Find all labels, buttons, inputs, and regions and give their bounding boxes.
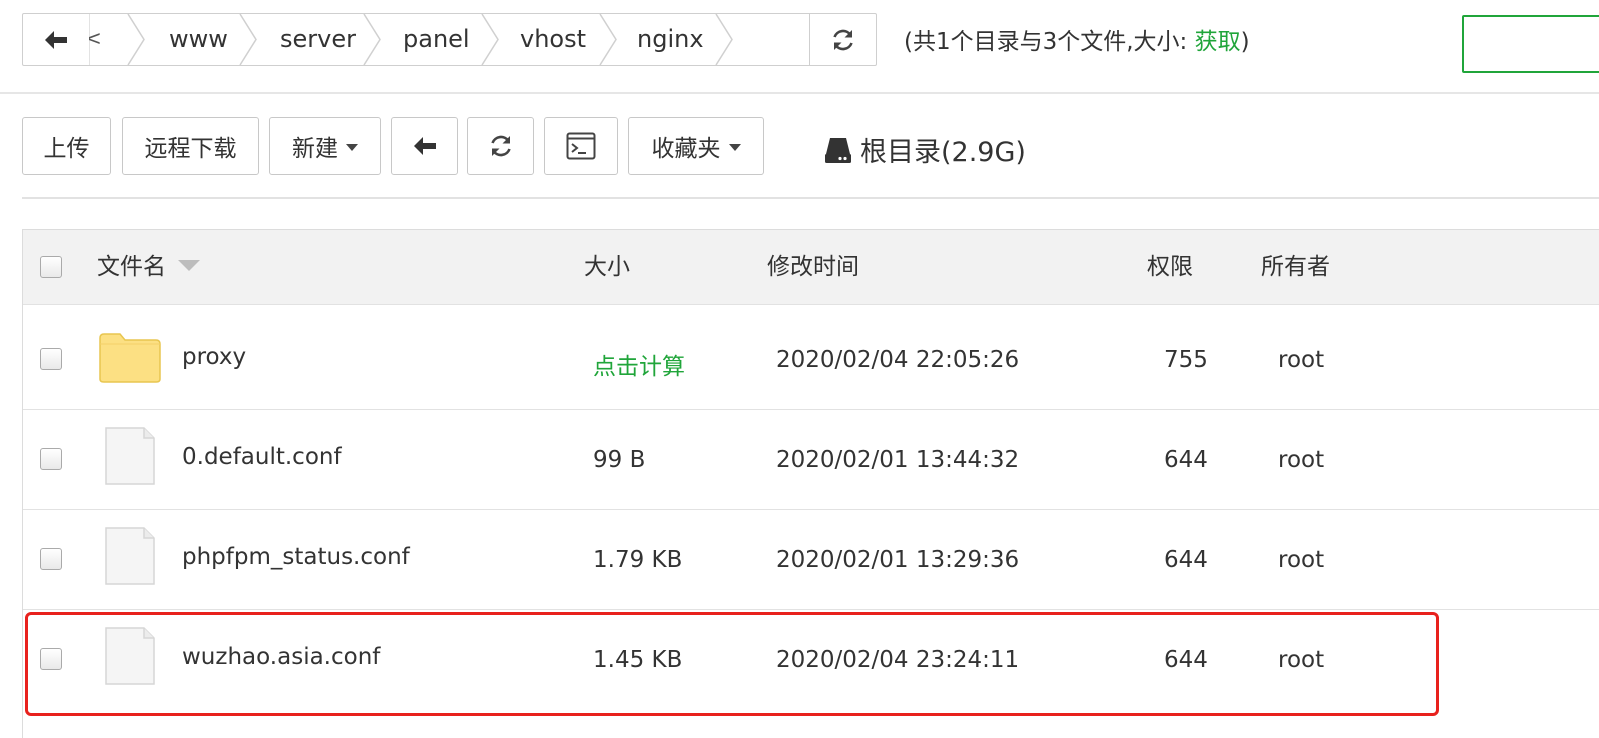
table-row[interactable]: proxy 点击计算 2020/02/04 22:05:26 755 root — [23, 310, 1599, 410]
table-row[interactable]: wuzhao.asia.conf 1.45 KB 2020/02/04 23:2… — [23, 610, 1599, 710]
breadcrumb-item-panel[interactable]: panel — [403, 14, 470, 65]
modified-time: 2020/02/04 22:05:26 — [776, 347, 1020, 373]
arrow-left-icon — [413, 137, 436, 155]
permission[interactable]: 644 — [1164, 447, 1208, 473]
select-all-checkbox[interactable] — [40, 256, 62, 278]
file-name[interactable]: 0.default.conf — [182, 444, 342, 470]
modified-time: 2020/02/04 23:24:11 — [776, 647, 1020, 673]
back-button[interactable] — [391, 117, 458, 175]
owner: root — [1278, 447, 1325, 473]
arrow-left-icon — [45, 30, 67, 49]
path-bar: < www server panel vhost nginx — [22, 13, 877, 66]
file-icon — [105, 427, 155, 485]
owner: root — [1278, 647, 1325, 673]
file-icon — [105, 527, 155, 585]
refresh-icon — [833, 29, 853, 50]
modified-time: 2020/02/01 13:44:32 — [776, 447, 1020, 473]
path-refresh-button[interactable] — [809, 14, 876, 65]
file-table: 文件名 大小 修改时间 权限 所有者 proxy 点击计算 2020/02/04… — [22, 229, 1599, 738]
breadcrumb-separator-icon — [239, 14, 257, 65]
breadcrumb-separator-icon — [599, 14, 617, 65]
caret-down-icon — [728, 143, 741, 151]
directory-summary: (共1个目录与3个文件,大小: 获取) — [904, 22, 1250, 56]
summary-prefix: (共1个目录与3个文件,大小: — [904, 29, 1195, 55]
sort-down-icon — [178, 260, 200, 271]
folder-icon — [99, 333, 161, 383]
permission[interactable]: 644 — [1164, 647, 1208, 673]
column-header-name[interactable]: 文件名 — [97, 230, 200, 305]
upload-button[interactable]: 上传 — [22, 117, 111, 175]
owner: root — [1278, 347, 1325, 373]
row-checkbox[interactable] — [40, 448, 62, 470]
breadcrumb-truncated: < — [89, 26, 102, 50]
table-header: 文件名 大小 修改时间 权限 所有者 — [23, 230, 1599, 305]
path-back-button[interactable] — [23, 14, 90, 65]
breadcrumb-separator-icon — [715, 14, 733, 65]
permission[interactable]: 644 — [1164, 547, 1208, 573]
breadcrumb: < www server panel vhost nginx — [89, 14, 812, 65]
column-header-mtime[interactable]: 修改时间 — [767, 230, 859, 305]
file-icon — [105, 627, 155, 685]
breadcrumb-item-www[interactable]: www — [169, 14, 228, 65]
row-checkbox[interactable] — [40, 648, 62, 670]
file-size: 1.79 KB — [593, 547, 683, 573]
breadcrumb-separator-icon — [481, 14, 499, 65]
divider — [0, 92, 1599, 94]
terminal-button[interactable] — [544, 117, 618, 175]
calculate-size-link[interactable]: 点击计算 — [593, 347, 685, 381]
refresh-button[interactable] — [467, 117, 534, 175]
table-row[interactable]: phpfpm_status.conf 1.79 KB 2020/02/01 13… — [23, 510, 1599, 610]
hard-drive-icon — [825, 137, 851, 163]
column-header-owner[interactable]: 所有者 — [1261, 230, 1330, 305]
terminal-icon — [566, 132, 596, 160]
remote-download-label: 远程下载 — [144, 136, 237, 162]
summary-suffix: ) — [1240, 29, 1250, 55]
search-input[interactable] — [1462, 15, 1599, 73]
breadcrumb-item-nginx[interactable]: nginx — [637, 14, 704, 65]
file-size: 1.45 KB — [593, 647, 683, 673]
divider — [22, 197, 1599, 199]
column-header-size[interactable]: 大小 — [584, 230, 630, 305]
upload-label: 上传 — [43, 136, 90, 162]
file-size: 99 B — [593, 447, 646, 473]
remote-download-button[interactable]: 远程下载 — [122, 117, 259, 175]
new-label: 新建 — [292, 136, 338, 162]
modified-time: 2020/02/01 13:29:36 — [776, 547, 1020, 573]
permission[interactable]: 755 — [1164, 347, 1208, 373]
column-header-perm[interactable]: 权限 — [1147, 230, 1193, 305]
favorites-label: 收藏夹 — [651, 136, 721, 162]
breadcrumb-item-vhost[interactable]: vhost — [520, 14, 586, 65]
file-name[interactable]: proxy — [182, 344, 246, 370]
owner: root — [1278, 547, 1325, 573]
refresh-icon — [490, 135, 511, 157]
file-name[interactable]: wuzhao.asia.conf — [182, 644, 380, 670]
breadcrumb-separator-icon — [127, 14, 145, 65]
column-header-name-label: 文件名 — [97, 254, 166, 280]
disk-selector[interactable]: 根目录(2.9G) — [824, 130, 1026, 169]
disk-label: 根目录(2.9G) — [860, 137, 1026, 168]
table-row[interactable]: 0.default.conf 99 B 2020/02/01 13:44:32 … — [23, 410, 1599, 510]
new-dropdown-button[interactable]: 新建 — [269, 117, 381, 175]
get-size-link[interactable]: 获取 — [1195, 29, 1241, 55]
caret-down-icon — [346, 143, 358, 151]
file-name[interactable]: phpfpm_status.conf — [182, 544, 410, 570]
row-checkbox[interactable] — [40, 348, 62, 370]
breadcrumb-item-server[interactable]: server — [280, 14, 356, 65]
favorites-dropdown-button[interactable]: 收藏夹 — [628, 117, 764, 175]
row-checkbox[interactable] — [40, 548, 62, 570]
breadcrumb-separator-icon — [363, 14, 381, 65]
